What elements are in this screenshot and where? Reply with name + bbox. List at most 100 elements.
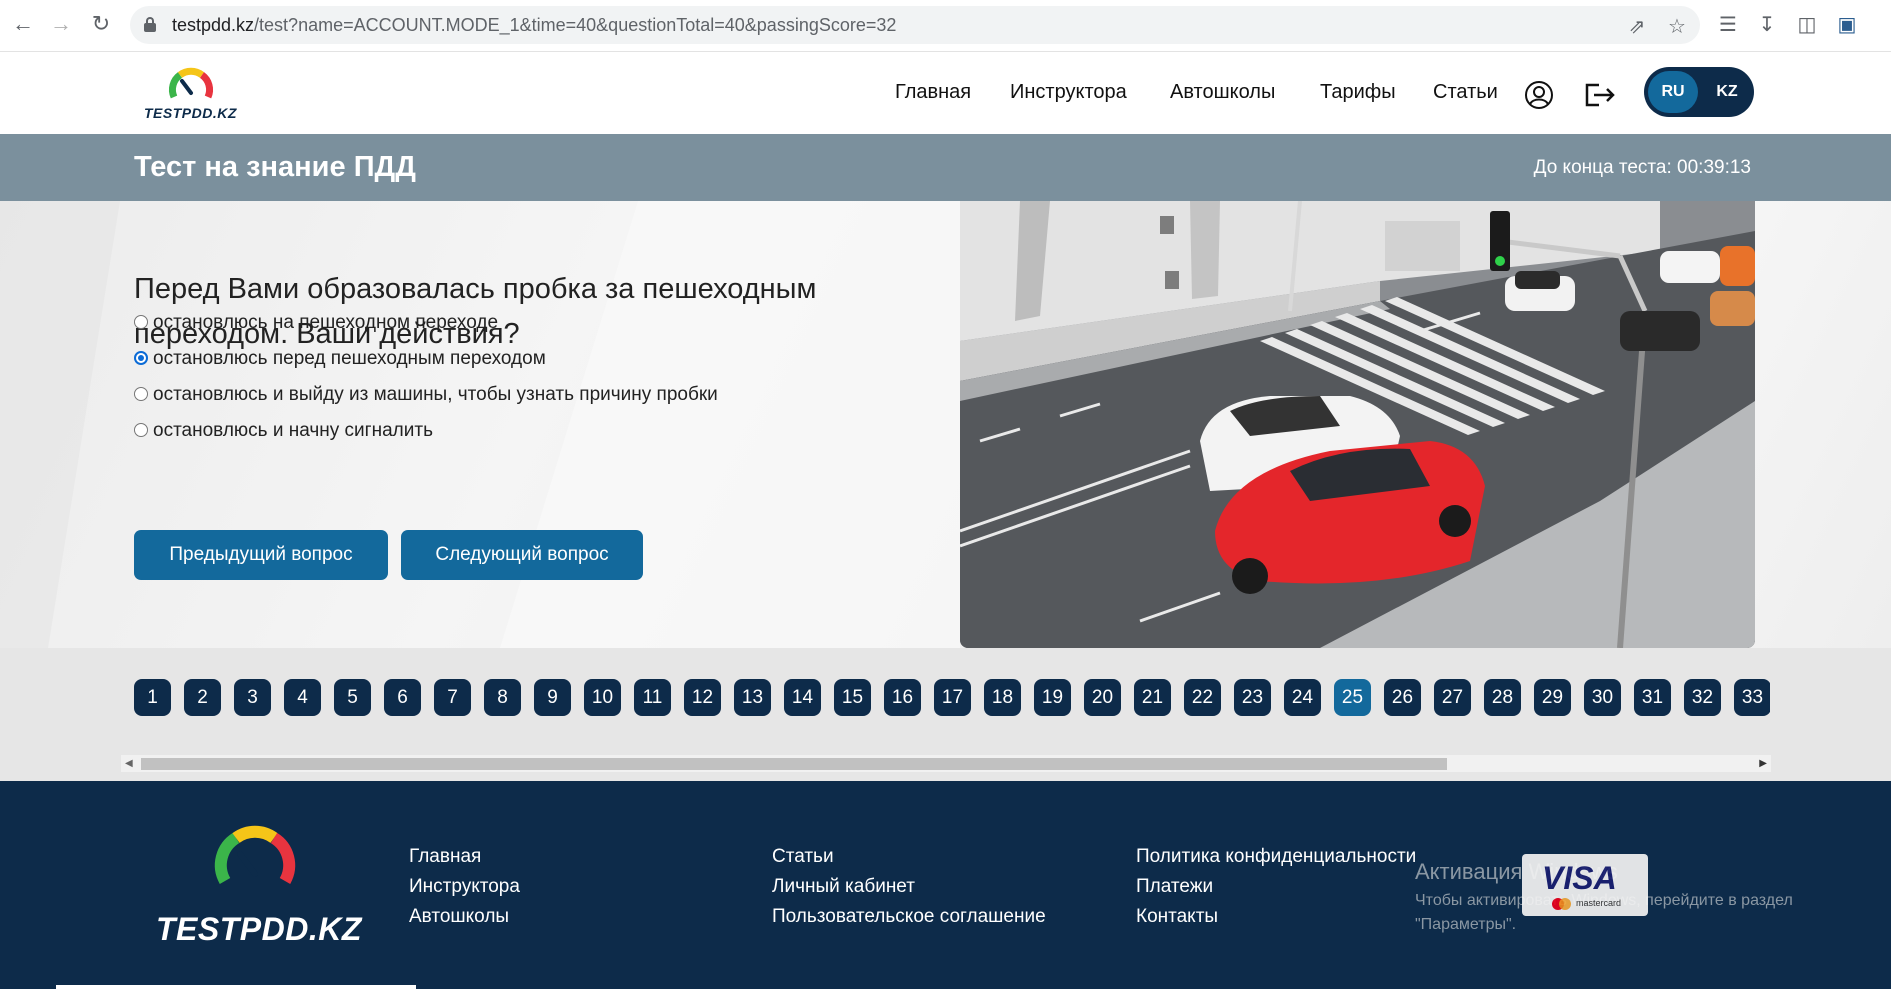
question-number-button[interactable]: 33 xyxy=(1734,679,1770,716)
question-number-button[interactable]: 29 xyxy=(1534,679,1571,716)
countdown-timer: До конца теста: 00:39:13 xyxy=(1533,157,1751,178)
answer-label: остановлюсь перед пешеходным переходом xyxy=(153,348,546,369)
question-number-button[interactable]: 25 xyxy=(1334,679,1371,716)
reading-list-icon[interactable]: ☰ xyxy=(1716,13,1740,37)
nav-home[interactable]: Главная xyxy=(895,81,971,104)
site-header: TESTPDD.KZ Главная Инструктора Автошколы… xyxy=(0,53,1891,134)
question-number-button[interactable]: 31 xyxy=(1634,679,1671,716)
windows-activation-line2: "Параметры". xyxy=(1415,916,1517,933)
question-number-button[interactable]: 13 xyxy=(734,679,771,716)
url-text[interactable]: testpdd.kz/test?name=ACCOUNT.MODE_1&time… xyxy=(172,15,896,36)
lang-ru-button[interactable]: RU xyxy=(1648,71,1698,113)
share-icon[interactable]: ⇗ xyxy=(1626,16,1648,38)
footer-link-user-agreement[interactable]: Пользовательское соглашение xyxy=(772,906,1046,928)
question-number-button[interactable]: 11 xyxy=(634,679,671,716)
bottom-progress-line xyxy=(56,985,416,989)
page-title: Тест на знание ПДД xyxy=(134,151,416,183)
nav-driving-schools[interactable]: Автошколы xyxy=(1170,81,1275,104)
question-number-button[interactable]: 2 xyxy=(184,679,221,716)
back-icon[interactable]: ← xyxy=(10,11,36,37)
question-area: Перед Вами образовалась пробка за пешехо… xyxy=(0,201,1891,648)
question-number-button[interactable]: 32 xyxy=(1684,679,1721,716)
site-footer: TESTPDD.KZ Главная Инструктора Автошколы… xyxy=(0,781,1891,989)
question-number-button[interactable]: 4 xyxy=(284,679,321,716)
question-number-button[interactable]: 8 xyxy=(484,679,521,716)
footer-link-account[interactable]: Личный кабинет xyxy=(772,876,915,898)
question-number-button[interactable]: 3 xyxy=(234,679,271,716)
nav-articles[interactable]: Статьи xyxy=(1433,81,1498,104)
profile-icon[interactable]: ▣ xyxy=(1835,13,1859,37)
answer-option-4[interactable]: остановлюсь и начну сигналить xyxy=(134,420,433,442)
footer-link-payments[interactable]: Платежи xyxy=(1136,876,1213,898)
download-icon[interactable]: ↧ xyxy=(1755,13,1779,37)
answer-option-1[interactable]: остановлюсь на пешеходном переходе xyxy=(134,312,498,334)
footer-link-articles[interactable]: Статьи xyxy=(772,846,834,868)
address-bar[interactable]: testpdd.kz/test?name=ACCOUNT.MODE_1&time… xyxy=(130,6,1700,44)
previous-question-button[interactable]: Предыдущий вопрос xyxy=(134,530,388,580)
question-number-button[interactable]: 10 xyxy=(584,679,621,716)
next-question-button[interactable]: Следующий вопрос xyxy=(401,530,643,580)
footer-link-instructors[interactable]: Инструктора xyxy=(409,876,520,898)
answer-option-2[interactable]: остановлюсь перед пешеходным переходом xyxy=(134,348,546,370)
question-number-button[interactable]: 23 xyxy=(1234,679,1271,716)
horizontal-scrollbar[interactable]: ◀ ▶ xyxy=(121,755,1771,772)
radio-button[interactable] xyxy=(134,423,148,437)
speedometer-icon xyxy=(168,67,214,99)
scrollbar-thumb[interactable] xyxy=(141,758,1447,770)
logo-text: TESTPDD.KZ xyxy=(144,105,237,121)
question-number-button[interactable]: 5 xyxy=(334,679,371,716)
question-number-button[interactable]: 26 xyxy=(1384,679,1421,716)
radio-button[interactable] xyxy=(134,387,148,401)
logout-icon[interactable] xyxy=(1583,80,1617,110)
question-number-button[interactable]: 9 xyxy=(534,679,571,716)
question-number-button[interactable]: 14 xyxy=(784,679,821,716)
language-switcher: RU KZ xyxy=(1644,67,1754,117)
nav-tariffs[interactable]: Тарифы xyxy=(1320,81,1396,104)
question-number-button[interactable]: 24 xyxy=(1284,679,1321,716)
question-number-button[interactable]: 1 xyxy=(134,679,171,716)
reload-icon[interactable]: ↻ xyxy=(88,11,114,37)
footer-link-home[interactable]: Главная xyxy=(409,846,481,868)
question-number-button[interactable]: 22 xyxy=(1184,679,1221,716)
question-number-button[interactable]: 15 xyxy=(834,679,871,716)
bookmark-star-icon[interactable]: ☆ xyxy=(1666,16,1688,38)
mastercard-text: mastercard xyxy=(1576,898,1622,908)
footer-link-privacy[interactable]: Политика конфиденциальности xyxy=(1136,846,1416,868)
user-icon[interactable] xyxy=(1524,80,1554,110)
lock-icon xyxy=(144,17,156,32)
question-number-button[interactable]: 12 xyxy=(684,679,721,716)
url-path: /test?name=ACCOUNT.MODE_1&time=40&questi… xyxy=(254,15,897,35)
answer-option-3[interactable]: остановлюсь и выйду из машины, чтобы узн… xyxy=(134,384,718,406)
browser-toolbar: ← → ↻ testpdd.kz/test?name=ACCOUNT.MODE_… xyxy=(0,0,1891,52)
lang-kz-button[interactable]: KZ xyxy=(1704,71,1750,113)
question-number-button[interactable]: 30 xyxy=(1584,679,1621,716)
nav-instructors[interactable]: Инструктора xyxy=(1010,81,1127,104)
radio-button[interactable] xyxy=(134,315,148,329)
footer-link-driving-schools[interactable]: Автошколы xyxy=(409,906,509,928)
radio-button-checked[interactable] xyxy=(134,351,148,365)
question-number-button[interactable]: 20 xyxy=(1084,679,1121,716)
answer-label: остановлюсь и выйду из машины, чтобы узн… xyxy=(153,384,718,405)
question-number-button[interactable]: 17 xyxy=(934,679,971,716)
forward-icon[interactable]: → xyxy=(48,11,74,37)
site-logo[interactable]: TESTPDD.KZ xyxy=(140,63,240,127)
question-number-button[interactable]: 21 xyxy=(1134,679,1171,716)
speedometer-icon xyxy=(214,825,296,884)
payment-logo: VISA mastercard xyxy=(1522,854,1648,916)
scroll-right-icon[interactable]: ▶ xyxy=(1759,758,1767,769)
footer-logo[interactable]: TESTPDD.KZ xyxy=(150,825,361,951)
question-number-button[interactable]: 18 xyxy=(984,679,1021,716)
answer-label: остановлюсь и начну сигналить xyxy=(153,420,433,441)
question-number-button[interactable]: 28 xyxy=(1484,679,1521,716)
side-panel-icon[interactable]: ◫ xyxy=(1795,13,1819,37)
footer-link-contacts[interactable]: Контакты xyxy=(1136,906,1218,928)
question-number-button[interactable]: 16 xyxy=(884,679,921,716)
test-title-bar: Тест на знание ПДД До конца теста: 00:39… xyxy=(0,134,1891,201)
question-number-button[interactable]: 7 xyxy=(434,679,471,716)
question-number-button[interactable]: 6 xyxy=(384,679,421,716)
question-number-list: 1 2 3 4 5 6 7 8 9 10 11 12 13 14 15 16 17 18 19 20 21 22 23 24 2… xyxy=(134,679,1770,719)
scroll-left-icon[interactable]: ◀ xyxy=(125,758,133,769)
question-number-button[interactable]: 27 xyxy=(1434,679,1471,716)
visa-logo-text: VISA xyxy=(1542,860,1617,896)
question-number-button[interactable]: 19 xyxy=(1034,679,1071,716)
